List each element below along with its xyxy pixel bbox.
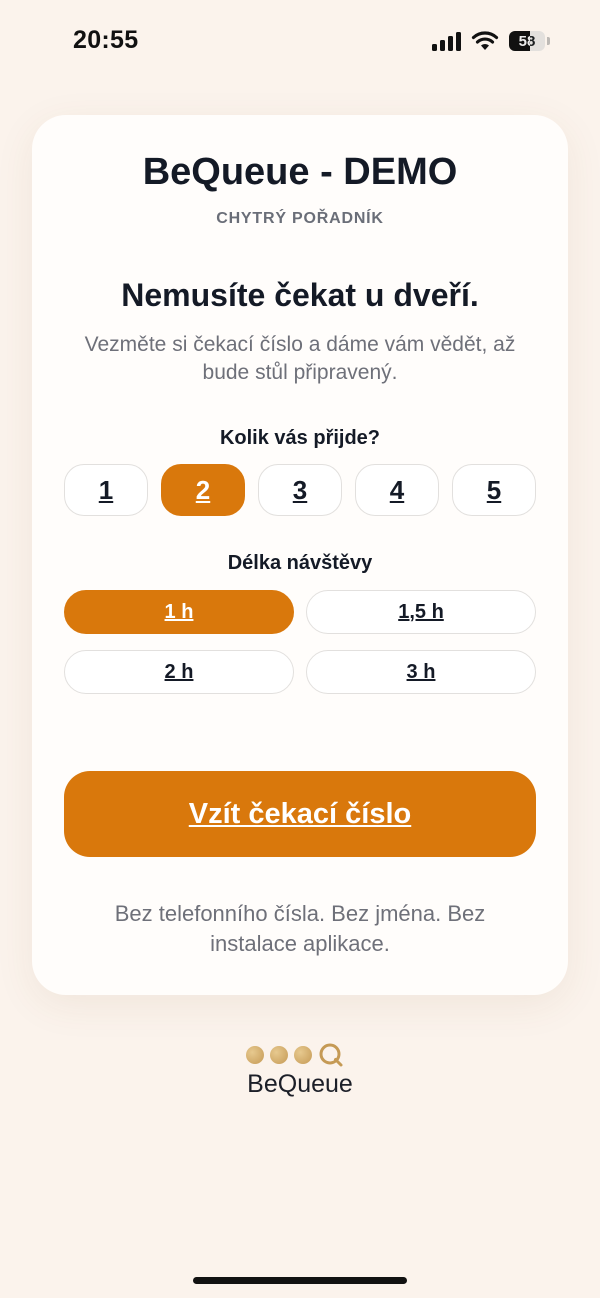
battery-icon: 58 [509, 31, 545, 51]
app-title: BeQueue - DEMO [142, 151, 458, 193]
signal-icon [432, 31, 461, 51]
home-indicator[interactable] [193, 1277, 407, 1284]
privacy-note: Bez telefonního čísla. Bez jména. Bez in… [114, 901, 486, 956]
duration-option-1[interactable]: 1 h [64, 590, 294, 634]
status-time: 20:55 [73, 26, 139, 54]
party-size-option-4[interactable]: 4 [355, 464, 439, 516]
duration-label: Délka návštěvy [227, 552, 373, 574]
headline: Nemusíte čekat u dveří. [121, 277, 479, 313]
duration-option-4[interactable]: 3 h [306, 650, 536, 694]
logo-text: BeQueue [247, 1070, 353, 1098]
take-ticket-button[interactable]: Vzít čekací číslo [64, 771, 536, 857]
bequeue-logo [246, 1042, 344, 1068]
party-size-option-5[interactable]: 5 [452, 464, 536, 516]
duration-options: 1 h 1,5 h 2 h 3 h [64, 590, 536, 694]
wifi-icon [471, 31, 499, 50]
duration-option-3[interactable]: 2 h [64, 650, 294, 694]
duration-option-2[interactable]: 1,5 h [306, 590, 536, 634]
party-size-option-2[interactable]: 2 [161, 464, 245, 516]
party-size-label: Kolik vás přijde? [219, 427, 381, 449]
battery-level: 58 [518, 32, 536, 50]
party-size-option-1[interactable]: 1 [64, 464, 148, 516]
party-size-options: 12345 [64, 464, 536, 516]
logo-dot-icon [270, 1046, 288, 1064]
logo-q-icon [319, 1043, 343, 1067]
status-icons: 58 [432, 30, 550, 52]
party-size-option-3[interactable]: 3 [258, 464, 342, 516]
logo-dot-icon [294, 1046, 312, 1064]
queue-card: BeQueue - DEMO CHYTRÝ POŘADNÍK Nemusíte … [32, 115, 568, 995]
lead-text: Vezměte si čekací číslo a dáme vám vědět… [84, 333, 516, 384]
status-bar: 20:55 58 [0, 0, 600, 84]
battery-cap [547, 37, 550, 45]
app-subtitle: CHYTRÝ POŘADNÍK [216, 210, 384, 227]
logo-dot-icon [246, 1046, 264, 1064]
